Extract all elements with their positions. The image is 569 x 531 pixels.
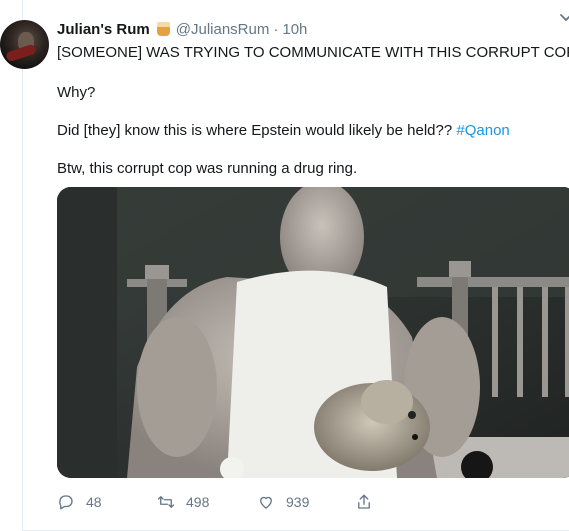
retweet-button[interactable]: 498 [157,493,209,511]
reply-button[interactable]: 48 [57,493,102,511]
avatar-arm [5,43,37,63]
tweet-line-3: Did [they] know this is where Epstein wo… [57,121,510,141]
retweet-icon [157,496,175,508]
like-button[interactable]: 939 [257,493,309,511]
tweet-line-2: Why? [57,84,96,101]
rum-glass-emoji [156,22,170,36]
separator-dot: · [273,20,279,38]
tweet-line-3-text: Did [they] know this is where Epstein wo… [57,122,453,139]
like-count: 939 [286,494,310,510]
reply-icon [59,495,73,510]
like-icon [260,496,272,509]
share-icon [358,494,370,509]
user-handle[interactable]: @JuliansRum [176,21,270,38]
tweet-line-4: Btw, this corrupt cop was running a drug… [57,160,358,177]
tweet-photo[interactable] [57,187,569,478]
display-name[interactable]: Julian's Rum [57,21,150,38]
avatar[interactable] [0,20,49,69]
hashtag-link[interactable]: #Qanon [456,122,509,139]
tweet-line-1: [SOMEONE] WAS TRYING TO COMMUNICATE WITH… [57,44,569,61]
retweet-count: 498 [186,494,210,510]
timestamp[interactable]: 10h [282,21,307,38]
reply-count: 48 [86,494,102,510]
more-options-icon[interactable] [559,10,569,24]
tweet-header: Julian's Rum @JuliansRum · 10h [57,18,307,40]
share-button[interactable] [355,493,373,511]
thread-border [22,0,23,531]
